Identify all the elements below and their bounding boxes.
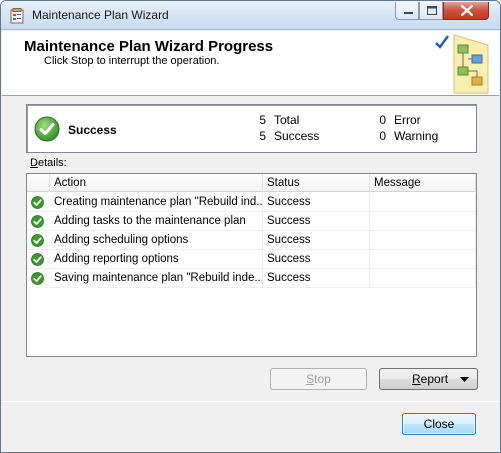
cell-status: Success (263, 212, 370, 231)
cell-message (370, 212, 476, 231)
column-header-status[interactable]: Status (263, 174, 370, 192)
warning-count: 0 (379, 129, 386, 143)
cell-action: Adding reporting options (50, 250, 263, 269)
success-label: Success (274, 129, 320, 143)
cell-action: Adding scheduling options (50, 231, 263, 250)
close-icon (460, 4, 474, 17)
maximize-icon (427, 6, 437, 15)
maintenance-plan-icon (9, 8, 25, 24)
cell-message (370, 231, 476, 250)
warning-label: Warning (394, 129, 439, 143)
success-check-icon (31, 253, 44, 266)
minimize-icon (404, 12, 413, 14)
column-header-message[interactable]: Message (370, 174, 476, 192)
grid-header: Action Status Message (27, 174, 476, 192)
table-row[interactable]: Adding reporting options Success (27, 250, 476, 269)
column-header-action[interactable]: Action (50, 174, 263, 192)
details-grid[interactable]: Action Status Message Creating maintenan… (26, 173, 477, 357)
total-count: 5 (259, 113, 266, 127)
success-count: 5 (259, 129, 266, 143)
stop-button[interactable]: Stop (270, 368, 367, 390)
error-label: Error (394, 113, 421, 127)
page-subtitle: Click Stop to interrupt the operation. (44, 55, 220, 67)
window-close-button[interactable] (443, 2, 489, 20)
success-check-icon (31, 272, 44, 285)
wizard-banner-icon (435, 34, 489, 94)
success-large-icon (34, 116, 60, 142)
table-row[interactable]: Saving maintenance plan "Rebuild inde...… (27, 269, 476, 288)
table-row[interactable]: Creating maintenance plan "Rebuild ind..… (27, 193, 476, 212)
icon-column-header[interactable] (27, 174, 50, 192)
cell-status: Success (263, 269, 370, 288)
total-label: Total (274, 113, 300, 127)
page-title: Maintenance Plan Wizard Progress (24, 38, 274, 55)
error-count: 0 (379, 113, 386, 127)
maximize-button[interactable] (419, 2, 443, 20)
table-row[interactable]: Adding scheduling options Success (27, 231, 476, 250)
cell-status: Success (263, 250, 370, 269)
dropdown-arrow-icon (460, 377, 469, 382)
cell-action: Creating maintenance plan "Rebuild ind..… (50, 193, 263, 212)
overall-status: Success (68, 123, 117, 137)
progress-summary: Success 5 Total 5 Success 0 Error 0 Warn… (26, 104, 477, 153)
table-row[interactable]: Adding tasks to the maintenance plan Succ… (27, 212, 476, 231)
success-check-icon (31, 215, 44, 228)
cell-action: Saving maintenance plan "Rebuild inde... (50, 269, 263, 288)
cell-message (370, 193, 476, 212)
cell-message (370, 250, 476, 269)
success-check-icon (31, 234, 44, 247)
report-button[interactable]: Report (379, 368, 478, 390)
cell-status: Success (263, 231, 370, 250)
wizard-header: Maintenance Plan Wizard Progress Click S… (2, 31, 499, 96)
cell-status: Success (263, 193, 370, 212)
minimize-button[interactable] (395, 2, 419, 20)
footer-separator (2, 401, 499, 402)
cell-action: Adding tasks to the maintenance plan (50, 212, 263, 231)
details-label: Details: (30, 157, 67, 169)
close-button[interactable]: Close (402, 413, 476, 435)
window-title: Maintenance Plan Wizard (32, 8, 169, 22)
wizard-window: Maintenance Plan Wizard Maintenance Plan… (0, 0, 501, 453)
cell-message (370, 269, 476, 288)
title-bar[interactable]: Maintenance Plan Wizard (1, 1, 500, 30)
success-check-icon (31, 196, 44, 209)
